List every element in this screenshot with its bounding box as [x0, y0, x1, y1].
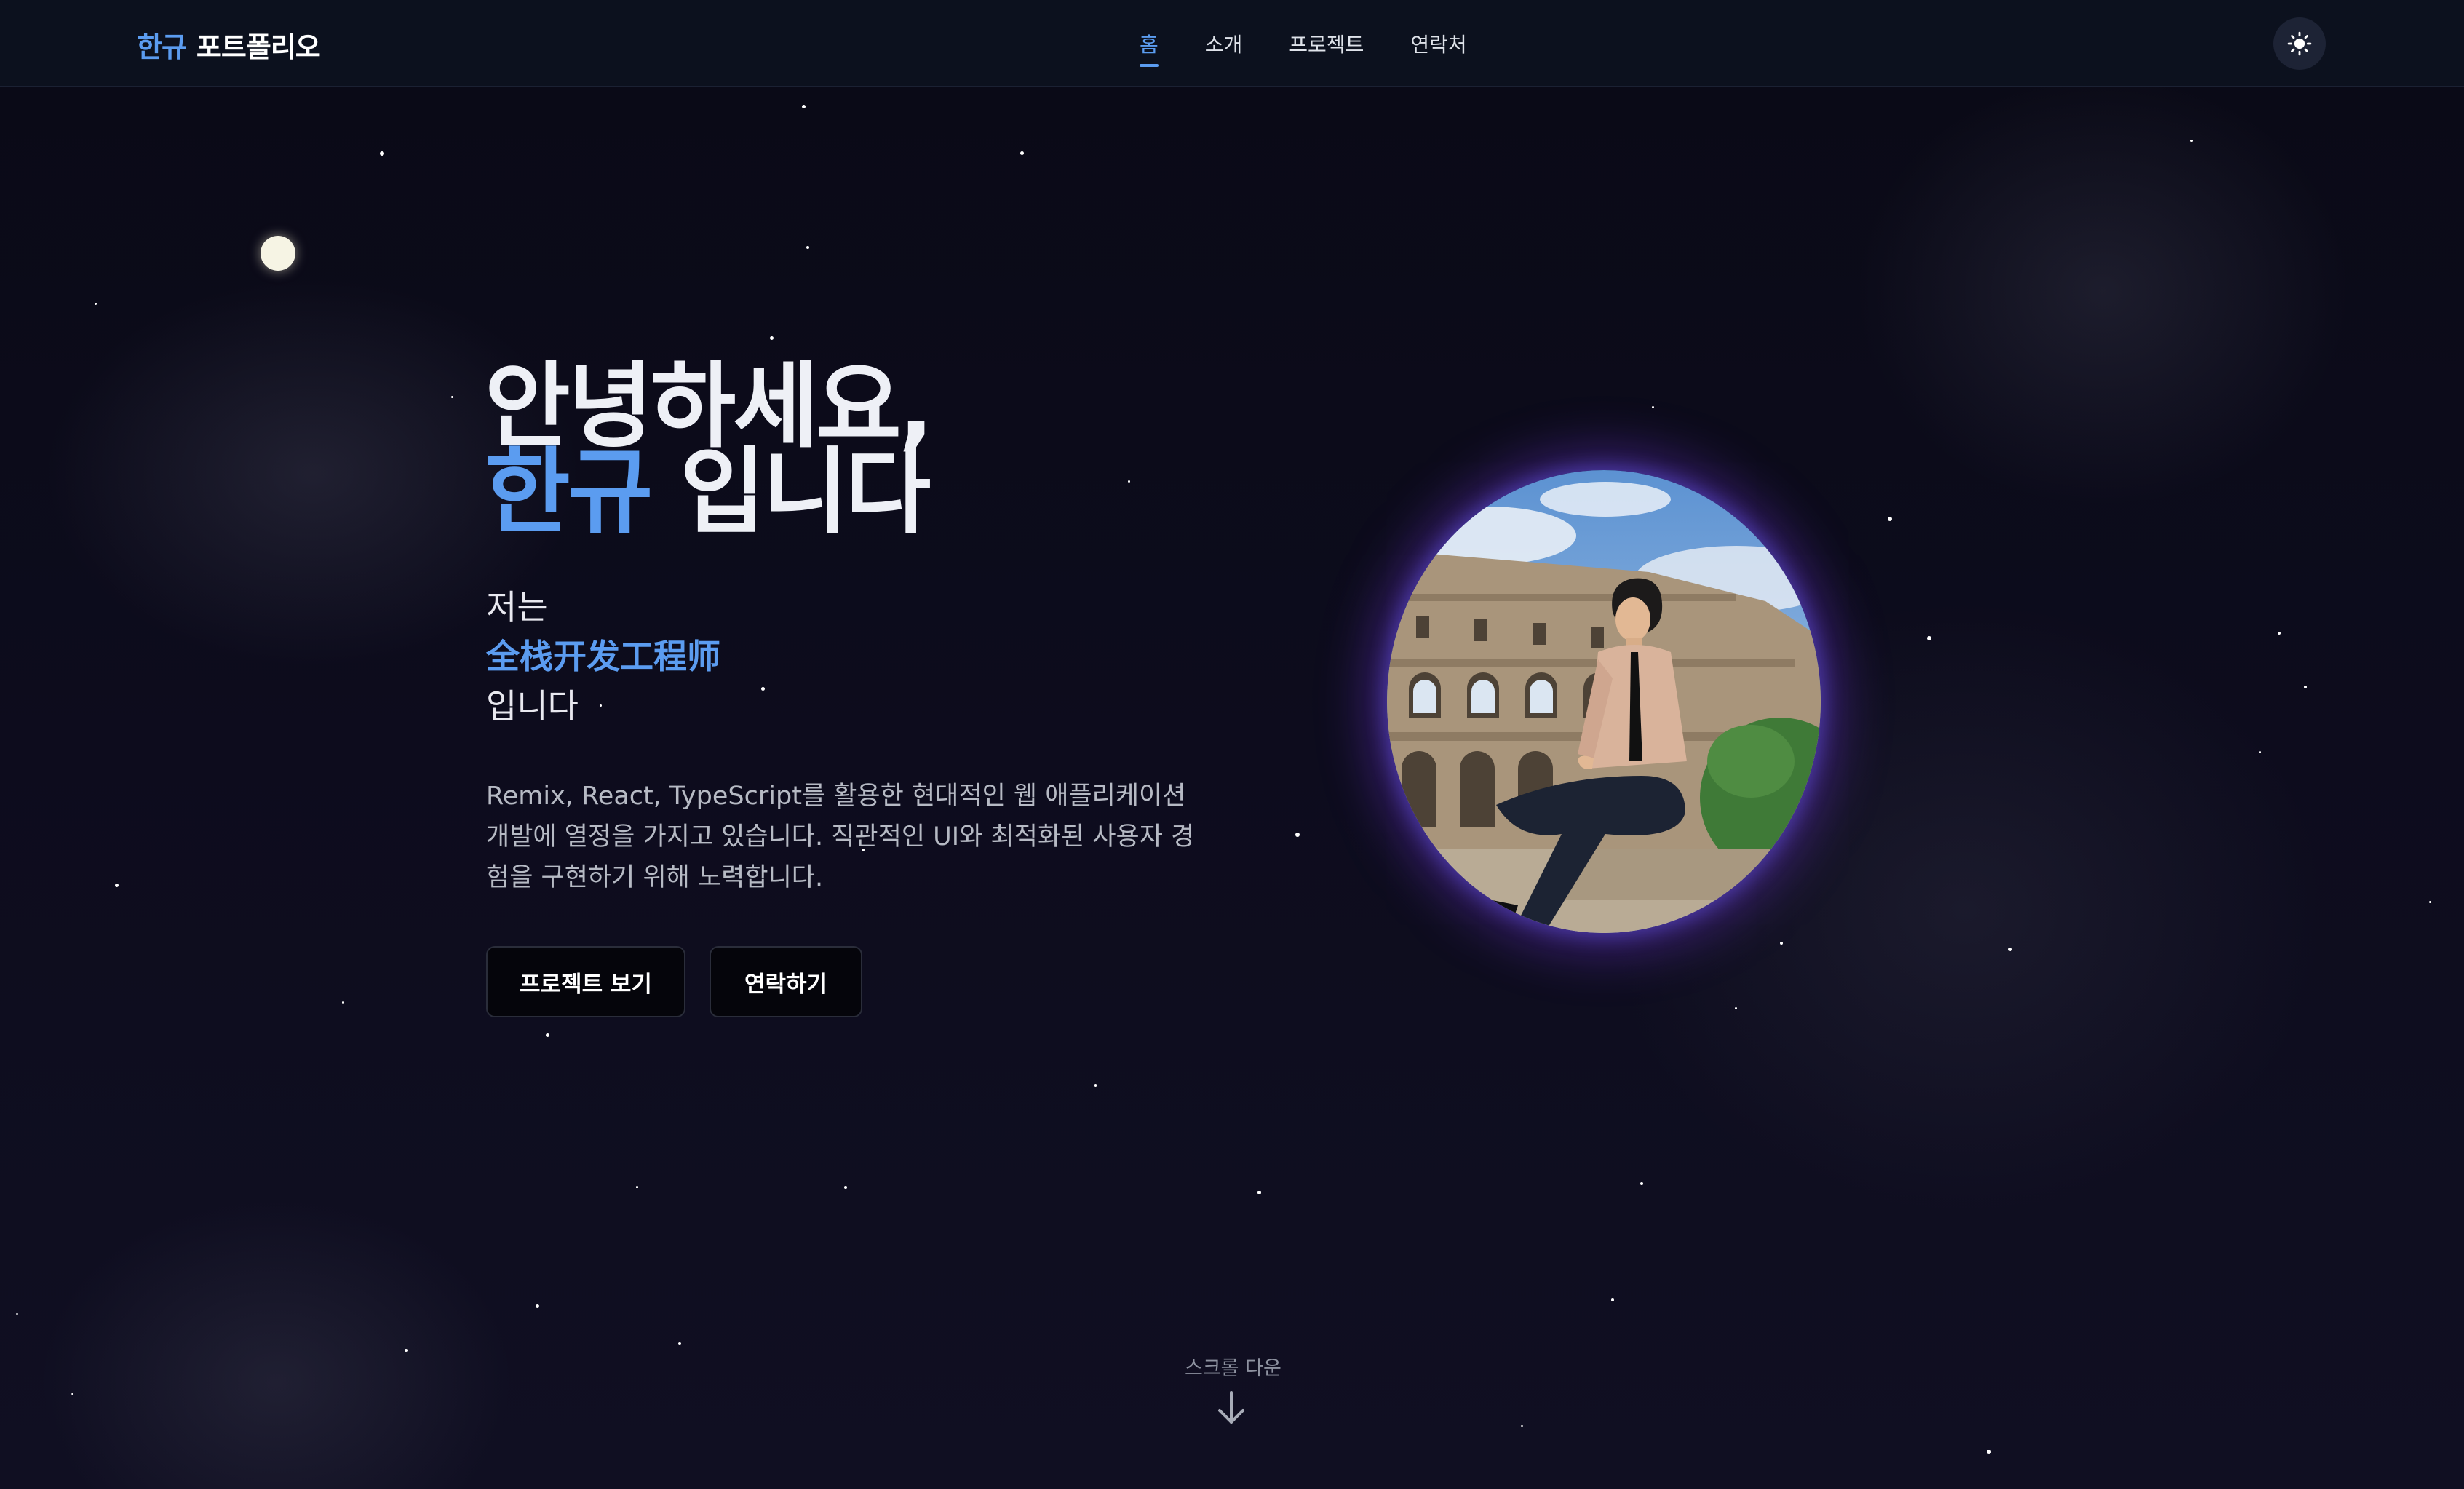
star: [2259, 751, 2261, 753]
profile-photo: [1387, 470, 1821, 933]
hero-intro: 저는 全栈开发工程师 입니다: [486, 582, 720, 731]
star: [1927, 636, 1931, 640]
star: [380, 151, 384, 156]
star: [844, 1186, 847, 1189]
star: [546, 1033, 549, 1037]
star: [1020, 151, 1024, 155]
logo-accent: 한규: [137, 31, 187, 63]
hero-description: Remix, React, TypeScript를 활용한 현대적인 웹 애플리…: [486, 782, 1195, 892]
star: [16, 1313, 18, 1315]
nav-links: 홈 소개 프로젝트 연락처: [1140, 29, 1467, 67]
star: [115, 884, 119, 887]
star: [71, 1393, 73, 1395]
site-logo[interactable]: 한규 포트폴리오: [137, 25, 321, 65]
view-projects-button[interactable]: 프로젝트 보기: [486, 946, 685, 1017]
star: [806, 246, 809, 249]
sun-icon: [2287, 31, 2312, 56]
star: [1780, 942, 1783, 945]
star: [1987, 1450, 1991, 1454]
profile-illustration: [1387, 470, 1821, 933]
star: [1295, 833, 1300, 837]
star: [636, 1186, 638, 1188]
intro-line-1: 저는: [486, 587, 548, 627]
top-navbar: 한규 포트폴리오 홈 소개 프로젝트 연락처: [0, 0, 2464, 87]
contact-button[interactable]: 연락하기: [710, 946, 862, 1017]
arrow-down-icon[interactable]: [1215, 1390, 1247, 1426]
star: [2429, 901, 2431, 903]
hero-name: 한규: [485, 438, 653, 547]
star: [1652, 406, 1654, 408]
theme-toggle-button[interactable]: [2273, 17, 2326, 70]
intro-line-3: 입니다: [486, 686, 579, 726]
star: [1640, 1182, 1643, 1185]
star: [2190, 140, 2193, 142]
star: [2304, 686, 2307, 688]
star: [1888, 517, 1892, 521]
nav-link-about[interactable]: 소개: [1205, 29, 1243, 58]
hero-name-suffix: 입니다: [680, 438, 931, 547]
hero-title: 안녕하세요, 한규 입니다: [485, 360, 934, 539]
star: [1521, 1425, 1523, 1427]
star: [405, 1349, 408, 1352]
nav-link-home[interactable]: 홈: [1140, 29, 1159, 67]
intro-role: 全栈开发工程师: [486, 637, 720, 676]
star: [2278, 632, 2281, 635]
star: [95, 303, 97, 305]
logo-text: 포트폴리오: [196, 31, 321, 63]
page: 한규 포트폴리오 홈 소개 프로젝트 연락처 안녕하세요, 한규 입니다 저는 …: [0, 0, 2464, 1489]
star: [1128, 480, 1130, 483]
nav-link-contact[interactable]: 연락처: [1410, 29, 1466, 58]
star: [802, 105, 806, 108]
star: [536, 1304, 539, 1308]
star: [1735, 1007, 1737, 1009]
star: [1257, 1191, 1261, 1194]
star: [761, 687, 765, 691]
star: [342, 1001, 344, 1004]
moon-decoration: [261, 236, 295, 271]
star: [2008, 948, 2012, 951]
scroll-down-label: 스크롤 다운: [1185, 1357, 1281, 1380]
star: [770, 336, 774, 340]
star: [1611, 1298, 1614, 1301]
star: [451, 396, 453, 398]
star: [1094, 1084, 1097, 1087]
star: [678, 1342, 681, 1345]
nav-link-projects[interactable]: 프로젝트: [1289, 29, 1364, 58]
